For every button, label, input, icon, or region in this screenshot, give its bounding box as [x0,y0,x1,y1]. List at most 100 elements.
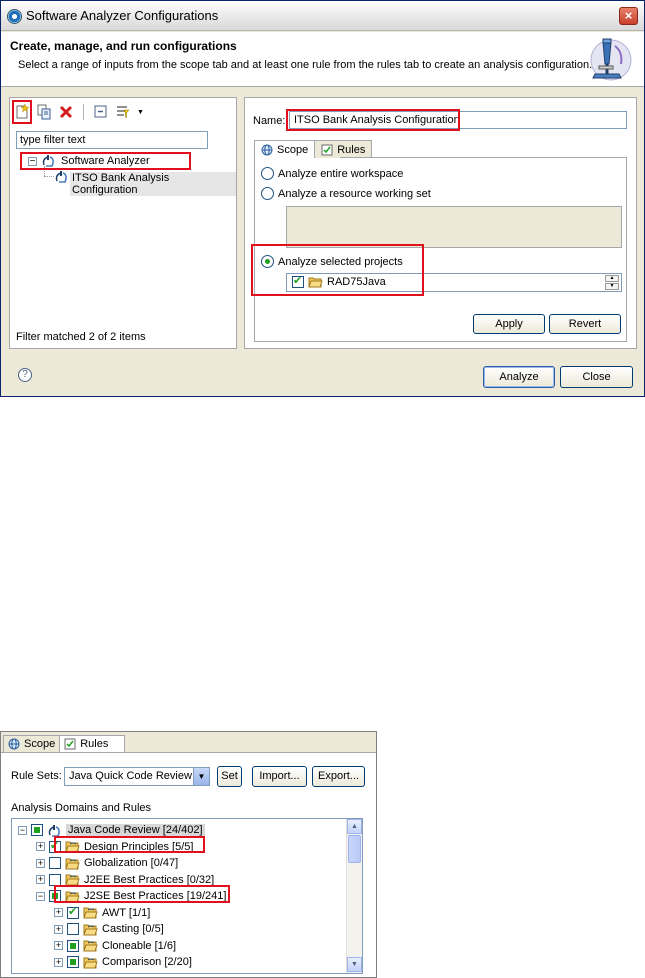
rule-sets-label: Rule Sets: [11,770,62,782]
tab-rules[interactable]: Rules [314,140,373,158]
rule-checkbox[interactable] [31,824,43,836]
projects-list[interactable]: RAD75Java ▲ ▼ [286,273,622,292]
close-window-button[interactable]: × [619,7,638,25]
tab-label: Scope [277,143,309,156]
option-selected-projects[interactable]: Analyze selected projects [261,255,403,268]
chevron-down-icon[interactable]: ▼ [193,768,209,785]
rule-checkbox[interactable] [49,873,61,886]
tree-label: Software Analyzer [61,155,150,167]
collapse-all-icon[interactable] [93,104,109,120]
collapse-toggle[interactable]: − [36,891,45,901]
rule-category-icon [65,891,80,902]
project-item[interactable]: RAD75Java [292,274,386,288]
option-label: Analyze selected projects [278,255,403,268]
rule-checkbox[interactable] [67,923,79,935]
tree-label: Globalization [0/47] [84,857,179,869]
left-toolbar: ▼ [14,104,144,120]
tree-label: Design Principles [5/5] [84,840,194,853]
duplicate-icon[interactable] [36,104,52,120]
scroll-up-icon[interactable]: ▲ [347,819,362,834]
rule-category-icon [65,874,80,886]
collapse-toggle[interactable]: − [28,156,37,166]
working-set-list[interactable] [286,206,622,248]
rule-category-icon [83,957,98,968]
close-button[interactable]: Close [560,366,633,388]
rule-set-select[interactable]: Java Quick Code Review ▼ [64,767,210,786]
name-input[interactable] [289,111,627,129]
tab-scope[interactable]: Scope [254,140,316,158]
rule-checkbox[interactable] [67,956,79,968]
configuration-icon [55,171,67,183]
tree-item-software-analyzer[interactable]: − Software Analyzer [28,154,150,168]
expand-toggle[interactable]: + [54,941,63,950]
rule-category-icon [65,841,80,853]
tree-row[interactable]: + Globalization [0/47] [36,855,178,871]
help-icon[interactable]: ? [18,368,32,382]
rule-checkbox[interactable] [67,939,79,952]
tree-row[interactable]: + Casting [0/5] [54,921,164,937]
export-button[interactable]: Export... [312,766,365,787]
radio-button[interactable] [261,167,274,180]
filter-icon[interactable] [115,104,131,120]
tree-label: J2SE Best Practices [19/241] [84,890,227,902]
list-spinner[interactable]: ▲ ▼ [605,275,619,290]
vertical-scrollbar[interactable]: ▲ ▼ [346,819,362,973]
scroll-down-icon[interactable]: ▼ [347,957,362,972]
chevron-down-icon[interactable]: ▼ [137,109,144,116]
tab-scope[interactable]: Scope [3,735,61,752]
expand-toggle[interactable]: + [36,842,45,851]
tree-row[interactable]: + Design Principles [5/5] [36,839,193,855]
tree-label: J2EE Best Practices [0/32] [84,873,215,886]
tab-label: Rules [337,143,366,156]
option-entire-workspace[interactable]: Analyze entire workspace [261,167,403,180]
tab-label: Scope [24,738,56,750]
configuration-editor-panel: Name: Scope Rules [244,97,637,349]
tree-item-itso-config[interactable]: ITSO Bank Analysis Configuration [70,172,236,196]
analyze-button[interactable]: Analyze [483,366,555,388]
tree-row[interactable]: + Cloneable [1/6] [54,938,176,954]
scroll-up-icon[interactable]: ▲ [605,275,619,282]
tab-rules[interactable]: Rules [59,735,126,752]
expand-toggle[interactable]: + [54,957,63,967]
new-config-icon[interactable] [14,104,30,120]
set-button[interactable]: Set [217,766,242,787]
collapse-toggle[interactable]: − [18,825,27,835]
filter-status: Filter matched 2 of 2 items [16,331,146,343]
name-label: Name: [253,115,286,127]
rule-checkbox[interactable] [49,890,61,902]
project-label: RAD75Java [327,276,386,288]
expand-toggle[interactable]: + [54,908,63,917]
radio-button[interactable] [261,187,274,200]
revert-button[interactable]: Revert [549,314,621,334]
tree-row[interactable]: + AWT [1/1] [54,905,150,921]
tree-row[interactable]: − J2SE Best Practices [19/241] [36,888,226,904]
scroll-thumb[interactable] [348,835,361,863]
tree-connector [44,166,45,176]
tree-label: Comparison [2/20] [102,956,192,968]
header-description: Select a range of inputs from the scope … [18,59,593,71]
apply-button[interactable]: Apply [473,314,545,334]
tree-row[interactable]: − Java Code Review [24/402] [18,822,205,838]
filter-input[interactable] [16,131,208,149]
rule-checkbox[interactable] [49,857,61,869]
tree-row[interactable]: + Comparison [2/20] [54,954,192,970]
rules-tree[interactable]: − Java Code Review [24/402] + Design Princi… [11,818,363,974]
expand-toggle[interactable]: + [36,875,45,884]
import-button[interactable]: Import... [252,766,307,787]
window-title: Software Analyzer Configurations [26,8,219,23]
scroll-down-icon[interactable]: ▼ [605,283,619,290]
delete-icon[interactable] [58,104,74,120]
radio-button-selected[interactable] [261,255,274,268]
expand-toggle[interactable]: + [54,924,63,934]
toolbar-separator [83,104,84,120]
project-folder-icon [308,277,323,288]
title-bar[interactable]: Software Analyzer Configurations × [1,1,644,31]
tree-row[interactable]: + J2EE Best Practices [0/32] [36,872,214,888]
project-checkbox[interactable] [292,274,304,288]
expand-toggle[interactable]: + [36,858,45,868]
rule-checkbox[interactable] [49,839,61,853]
rule-checkbox[interactable] [67,905,79,919]
option-working-set[interactable]: Analyze a resource working set [261,187,431,200]
app-icon [7,9,22,24]
rule-category-icon [83,907,98,919]
